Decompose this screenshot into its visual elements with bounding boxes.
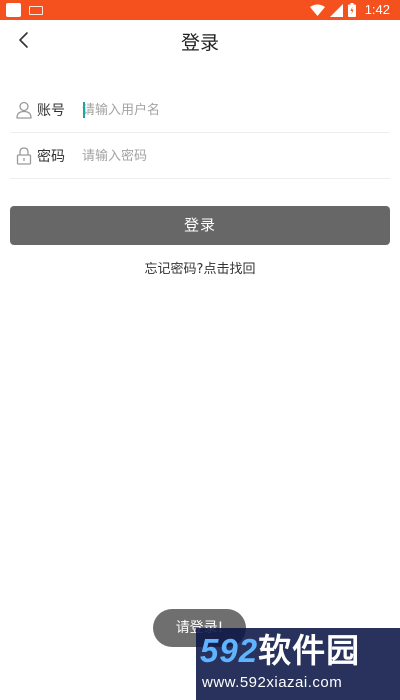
watermark-number: 592 [200,632,259,669]
clock: 1:42 [364,2,390,17]
watermark-url: www.592xiazai.com [202,674,343,691]
watermark-text: 软件园 [258,631,361,670]
text-cursor [83,102,85,118]
user-icon [16,101,32,119]
password-label: 密码 [37,149,65,165]
account-row: 账号 [10,87,390,133]
username-input[interactable] [82,97,382,123]
keyboard-icon [29,5,43,15]
signal-icon [329,3,343,17]
app-bar: 登录 [0,20,400,60]
battery-icon [347,3,356,17]
password-input[interactable] [82,143,382,169]
account-label: 账号 [37,103,65,119]
forgot-password-link[interactable]: 忘记密码?点击找回 [0,258,400,277]
lock-icon [16,147,32,165]
status-bar: 1:42 [0,0,400,20]
watermark-logo: 592软件园 www.592xiazai.com [196,628,400,700]
login-button[interactable]: 登录 [10,206,390,245]
notification-icon [6,3,21,17]
password-row: 密码 [10,133,390,179]
page-title: 登录 [180,32,219,54]
wifi-icon [309,4,325,16]
